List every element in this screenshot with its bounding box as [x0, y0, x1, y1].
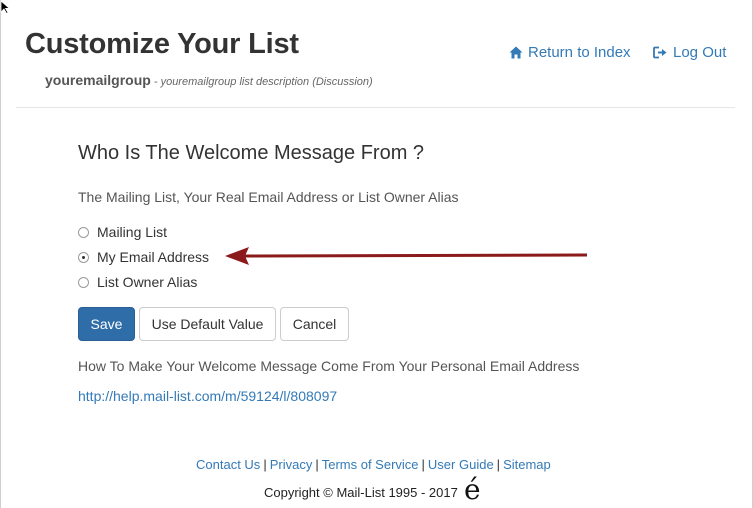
- log-out-icon: [653, 46, 667, 59]
- help-link[interactable]: http://help.mail-list.com/m/59124/l/8080…: [78, 388, 337, 404]
- user-guide-link[interactable]: User Guide: [428, 457, 494, 472]
- footer-separator: |: [421, 457, 425, 472]
- list-subtitle: youremailgroup - youremailgroup list des…: [45, 72, 373, 88]
- use-default-value-button[interactable]: Use Default Value: [139, 307, 276, 341]
- option-my-email-address[interactable]: My Email Address: [78, 249, 209, 265]
- group-name: youremailgroup: [45, 72, 151, 88]
- option-mailing-list[interactable]: Mailing List: [78, 224, 167, 240]
- page-title: Customize Your List: [25, 28, 299, 60]
- contact-us-link[interactable]: Contact Us: [196, 457, 260, 472]
- mail-list-logo-icon: é: [464, 473, 481, 506]
- copyright-text: Copyright © Mail-List 1995 - 2017: [264, 485, 458, 500]
- log-out-label: Log Out: [673, 44, 727, 61]
- return-to-index-label: Return to Index: [528, 44, 631, 61]
- footer-separator: |: [263, 457, 267, 472]
- footer-separator: |: [315, 457, 319, 472]
- option-label: List Owner Alias: [97, 274, 198, 290]
- sitemap-link[interactable]: Sitemap: [503, 457, 551, 472]
- radio-my-email-address[interactable]: [78, 251, 89, 263]
- option-list-owner-alias[interactable]: List Owner Alias: [78, 274, 197, 290]
- header-divider: [16, 107, 735, 108]
- question-heading: Who Is The Welcome Message From ?: [78, 142, 425, 164]
- home-icon: [509, 46, 523, 59]
- how-to-text: How To Make Your Welcome Message Come Fr…: [78, 358, 580, 374]
- log-out-link[interactable]: Log Out: [653, 44, 726, 61]
- cancel-button[interactable]: Cancel: [280, 307, 349, 341]
- radio-mailing-list[interactable]: [78, 226, 89, 238]
- annotation-arrow-icon: [225, 247, 588, 265]
- question-help-text: The Mailing List, Your Real Email Addres…: [78, 189, 459, 205]
- privacy-link[interactable]: Privacy: [270, 457, 313, 472]
- option-label: My Email Address: [97, 249, 210, 265]
- return-to-index-link[interactable]: Return to Index: [509, 44, 631, 61]
- footer-links: Contact Us | Privacy | Terms of Service | User…: [196, 457, 551, 472]
- terms-of-service-link[interactable]: Terms of Service: [322, 457, 419, 472]
- footer-separator: |: [496, 457, 501, 472]
- group-description: - youremailgroup list description (Discu…: [150, 76, 373, 88]
- save-button[interactable]: Save: [78, 307, 135, 341]
- option-label: Mailing List: [97, 224, 168, 240]
- mouse-cursor-icon: [0, 0, 11, 14]
- radio-list-owner-alias[interactable]: [78, 276, 89, 288]
